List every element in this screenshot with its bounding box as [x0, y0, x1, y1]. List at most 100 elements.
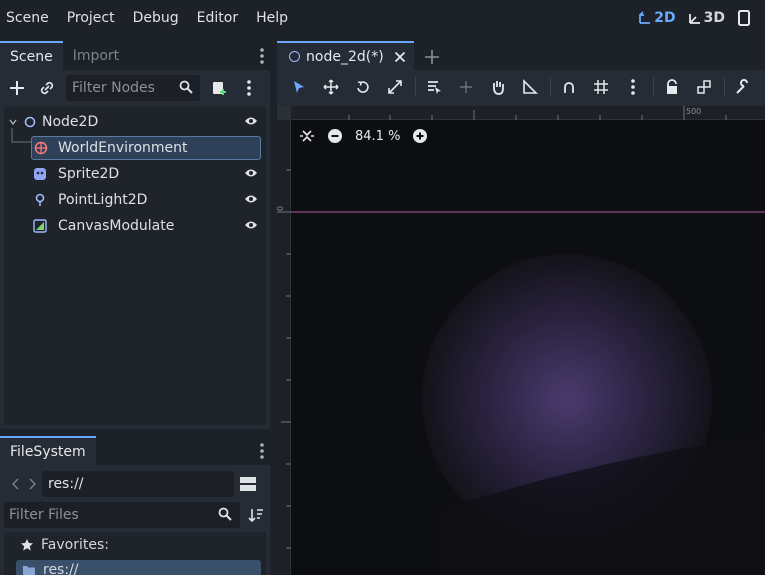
filter-nodes-input[interactable]: Filter Nodes: [66, 75, 200, 101]
pivot-icon: [460, 81, 472, 93]
scene-tree-menu-button[interactable]: [238, 77, 260, 99]
grid-snap-button[interactable]: [589, 75, 613, 99]
attach-script-button[interactable]: [208, 77, 230, 99]
snap-options-button[interactable]: [621, 75, 645, 99]
collapse-arrow-icon[interactable]: [9, 118, 17, 126]
node2d-icon: [24, 116, 36, 128]
favorites-label: Favorites:: [41, 537, 109, 553]
zoom-level[interactable]: 84.1 %: [355, 129, 400, 144]
tree-item-worldenvironment[interactable]: WorldEnvironment: [4, 128, 266, 160]
pan-mode-button[interactable]: [486, 75, 510, 99]
grid-icon: [594, 80, 608, 94]
zoom-out-icon[interactable]: [327, 128, 343, 144]
canvas-viewport[interactable]: 500 0 84.1 %: [277, 106, 765, 575]
wrench-icon: [736, 79, 748, 94]
ruler-mode-button[interactable]: [518, 75, 542, 99]
tab-filesystem[interactable]: FileSystem: [0, 436, 96, 465]
scale-mode-button[interactable]: [383, 75, 407, 99]
sort-icon[interactable]: [248, 507, 264, 523]
tree-item-canvasmodulate[interactable]: CanvasModulate: [4, 214, 266, 238]
path-input[interactable]: res://: [42, 471, 234, 497]
kebab-menu-icon: [247, 80, 251, 96]
filesystem-dock-tabs: FileSystem: [0, 436, 270, 465]
view-3d-button[interactable]: 3D: [688, 10, 725, 26]
kebab-menu-icon: [631, 79, 635, 95]
pivot-button[interactable]: [454, 75, 478, 99]
rotate-mode-button[interactable]: [351, 75, 375, 99]
view-mode-switch: 2D 3D: [638, 0, 765, 36]
visibility-eye-icon[interactable]: [244, 219, 258, 231]
menu-bar: Scene Project Debug Editor Help 2D 3D: [0, 0, 765, 36]
list-select-button[interactable]: [422, 75, 446, 99]
tree-item-label: PointLight2D: [58, 192, 148, 208]
zoom-in-icon[interactable]: [412, 128, 428, 144]
group-icon: [697, 80, 711, 94]
view-3d-label: 3D: [703, 10, 725, 26]
dock-splitter[interactable]: [270, 41, 277, 575]
filesystem-dock: FileSystem res:// Filter Files Favorites…: [0, 436, 270, 575]
close-icon[interactable]: [394, 51, 406, 63]
dock-menu-icon[interactable]: [259, 442, 265, 460]
tree-item-label: CanvasModulate: [58, 218, 175, 234]
favorites-item[interactable]: Favorites:: [20, 537, 109, 553]
skeleton-button[interactable]: [731, 75, 755, 99]
view-2d-button[interactable]: 2D: [638, 10, 676, 26]
sprite2d-icon: [34, 168, 46, 180]
tree-item-node2d[interactable]: Node2D: [4, 110, 266, 134]
scene-tab-node2d[interactable]: node_2d(*): [277, 41, 414, 70]
ruler-tick-label: 500: [686, 107, 702, 116]
pointlight2d-icon: [35, 193, 45, 206]
center-view-icon[interactable]: [299, 129, 315, 143]
node2d-icon: [289, 51, 300, 62]
select-mode-button[interactable]: [287, 75, 311, 99]
menu-help[interactable]: Help: [250, 10, 288, 26]
scene-dock: Scene Import Filter Nodes Node2D WorldEn…: [0, 41, 270, 429]
tab-import[interactable]: Import: [63, 41, 129, 70]
dock-menu-icon[interactable]: [259, 47, 265, 65]
smart-snap-button[interactable]: [557, 75, 581, 99]
filesystem-tree: Favorites: res://: [4, 532, 266, 575]
view-2d-label: 2D: [654, 10, 676, 26]
menu-editor[interactable]: Editor: [191, 10, 238, 26]
canvasmodulate-icon: [33, 219, 47, 233]
scene-toolbar: Filter Nodes: [0, 70, 270, 106]
scene-tree: Node2D WorldEnvironment Sprite2D PointLi…: [4, 107, 266, 425]
move-mode-button[interactable]: [319, 75, 343, 99]
menu-scene[interactable]: Scene: [0, 10, 49, 26]
fs-filter-row: Filter Files: [0, 500, 270, 530]
add-node-button[interactable]: [6, 77, 28, 99]
canvas-toolbar: [277, 70, 765, 104]
menu-project[interactable]: Project: [61, 10, 115, 26]
tab-scene[interactable]: Scene: [0, 41, 63, 70]
instance-scene-button[interactable]: [36, 77, 58, 99]
fs-item-label: res://: [43, 562, 79, 575]
filter-files-input[interactable]: Filter Files: [4, 502, 240, 528]
group-button[interactable]: [692, 75, 716, 99]
script-view-button[interactable]: [737, 10, 753, 26]
move-icon: [323, 79, 339, 95]
script-add-icon: [213, 82, 226, 95]
zoom-controls: 84.1 %: [299, 128, 428, 144]
hand-icon: [493, 81, 504, 95]
scene-dock-tabs: Scene Import: [0, 41, 270, 70]
lock-button[interactable]: [660, 75, 684, 99]
filter-files-placeholder: Filter Files: [9, 507, 79, 523]
snap-icon: [564, 82, 574, 93]
tree-item-sprite2d[interactable]: Sprite2D: [4, 162, 266, 186]
toolbar-separator: [550, 77, 551, 97]
fs-item-res-root[interactable]: res://: [16, 560, 261, 575]
scale-icon: [388, 80, 402, 94]
forward-arrow-icon[interactable]: [26, 477, 40, 491]
search-icon: [179, 80, 193, 94]
menu-debug[interactable]: Debug: [127, 10, 179, 26]
back-arrow-icon[interactable]: [8, 477, 26, 491]
toolbar-separator: [415, 77, 416, 97]
visibility-eye-icon[interactable]: [244, 193, 258, 205]
folder-icon: [23, 566, 35, 575]
visibility-eye-icon[interactable]: [244, 115, 258, 127]
layout-toggle-icon[interactable]: [240, 477, 256, 491]
ruler-icon: [523, 79, 538, 94]
add-scene-tab-icon[interactable]: [424, 49, 440, 65]
tree-item-pointlight2d[interactable]: PointLight2D: [4, 188, 266, 212]
visibility-eye-icon[interactable]: [244, 167, 258, 179]
